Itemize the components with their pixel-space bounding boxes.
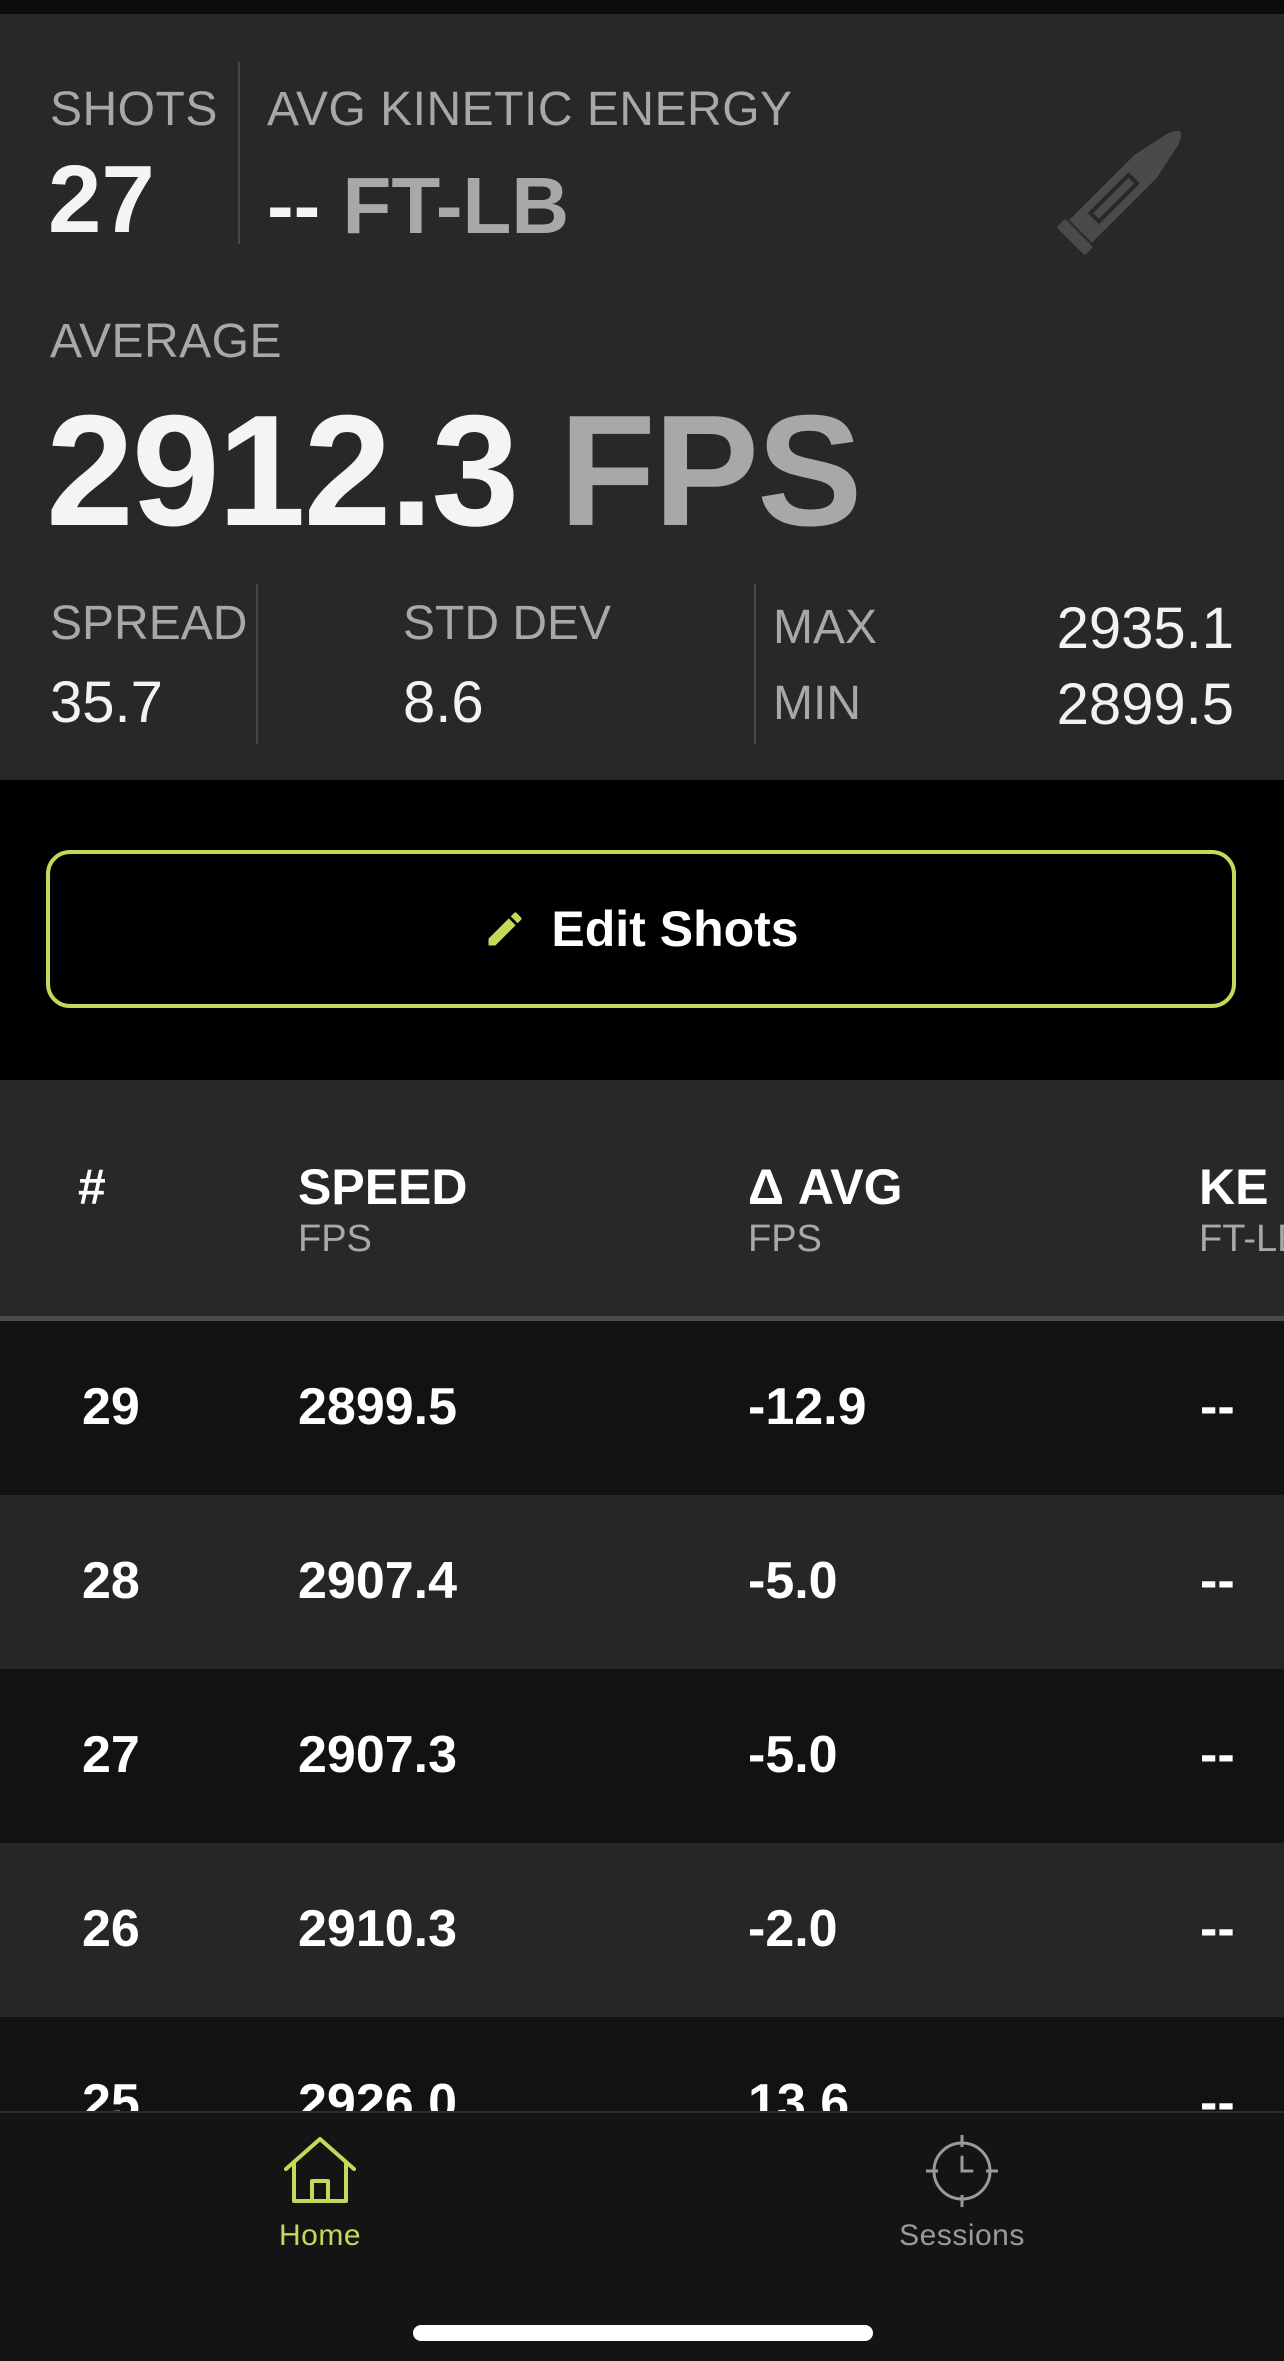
divider: [754, 584, 756, 744]
shot-delta-avg: -12.9: [748, 1378, 867, 1436]
session-summary: SHOTS 27 AVG KINETIC ENERGY -- FT-LB AVE…: [0, 14, 1284, 780]
column-unit-speed: FPS: [298, 1218, 372, 1260]
shot-speed: 2910.3: [298, 1900, 458, 1958]
shot-number: 27: [82, 1726, 140, 1784]
target-clock-icon: [926, 2135, 998, 2207]
shot-ke: --: [1200, 1378, 1235, 1436]
shot-speed: 2907.4: [298, 1552, 458, 1610]
average-value-row: 2912.3 FPS: [46, 392, 862, 550]
shot-delta-avg: -2.0: [748, 1900, 838, 1958]
stddev-value: 8.6: [403, 670, 484, 735]
tab-home[interactable]: Home: [170, 2131, 470, 2261]
ke-unit: FT-LB: [342, 161, 570, 250]
shot-number: 29: [82, 1378, 140, 1436]
table-row[interactable]: 26 2910.3 -2.0 --: [0, 1843, 1284, 2017]
shots-label: SHOTS: [50, 83, 218, 136]
divider: [238, 62, 240, 244]
shot-delta-avg: -5.0: [748, 1552, 838, 1610]
ke-label: AVG KINETIC ENERGY: [267, 83, 793, 136]
column-title-delta-avg: Δ AVG: [748, 1159, 903, 1215]
shot-speed: 2907.3: [298, 1726, 458, 1784]
shot-delta-avg: -5.0: [748, 1726, 838, 1784]
column-title-number: #: [78, 1159, 106, 1215]
table-row[interactable]: 25 2926.0 13.6 --: [0, 2017, 1284, 2111]
table-row[interactable]: 29 2899.5 -12.9 --: [0, 1321, 1284, 1495]
average-label: AVERAGE: [50, 315, 283, 368]
shot-ke: --: [1200, 2074, 1235, 2111]
tab-bar: Home Sessions: [0, 2111, 1284, 2361]
ke-value-row: -- FT-LB: [267, 166, 569, 246]
tab-sessions-label: Sessions: [899, 2219, 1025, 2252]
edit-shots-label: Edit Shots: [551, 901, 799, 957]
status-bar-strip: [0, 0, 1284, 14]
shot-delta-avg: 13.6: [748, 2074, 850, 2111]
max-value: 2935.1: [1056, 596, 1234, 661]
spread-value: 35.7: [50, 670, 163, 735]
shot-number: 28: [82, 1552, 140, 1610]
max-label: MAX: [773, 601, 878, 654]
stddev-label: STD DEV: [403, 597, 612, 650]
table-row[interactable]: 28 2907.4 -5.0 --: [0, 1495, 1284, 1669]
column-unit-delta-avg: FPS: [748, 1218, 822, 1260]
column-title-ke: KE: [1199, 1159, 1269, 1215]
shots-table-header: # SPEED FPS Δ AVG FPS KE FT-LB: [0, 1080, 1284, 1318]
divider: [256, 584, 258, 744]
shot-ke: --: [1200, 1552, 1235, 1610]
tab-sessions[interactable]: Sessions: [812, 2131, 1112, 2261]
min-label: MIN: [773, 677, 861, 730]
average-value: 2912.3: [46, 383, 519, 559]
shots-count: 27: [48, 146, 155, 253]
column-title-speed: SPEED: [298, 1159, 468, 1215]
min-value: 2899.5: [1056, 672, 1234, 737]
shot-number: 25: [82, 2074, 140, 2111]
shot-speed: 2899.5: [298, 1378, 458, 1436]
shot-ke: --: [1200, 1900, 1235, 1958]
pencil-icon: [488, 912, 522, 946]
table-row[interactable]: 27 2907.3 -5.0 --: [0, 1669, 1284, 1843]
bullet-icon: [1057, 130, 1182, 255]
column-unit-ke: FT-LB: [1199, 1218, 1284, 1260]
edit-shots-button[interactable]: Edit Shots: [46, 850, 1236, 1008]
shot-speed: 2926.0: [298, 2074, 458, 2111]
ke-value: --: [267, 161, 321, 250]
shot-ke: --: [1200, 1726, 1235, 1784]
shots-table-body: 29 2899.5 -12.9 -- 28 2907.4 -5.0 -- 27 …: [0, 1321, 1284, 2111]
home-icon: [284, 2137, 356, 2203]
spread-label: SPREAD: [50, 597, 248, 650]
shot-number: 26: [82, 1900, 140, 1958]
tab-home-label: Home: [278, 2219, 362, 2252]
average-unit: FPS: [559, 383, 862, 559]
edit-section: Edit Shots: [0, 780, 1284, 1080]
home-indicator: [413, 2325, 873, 2341]
